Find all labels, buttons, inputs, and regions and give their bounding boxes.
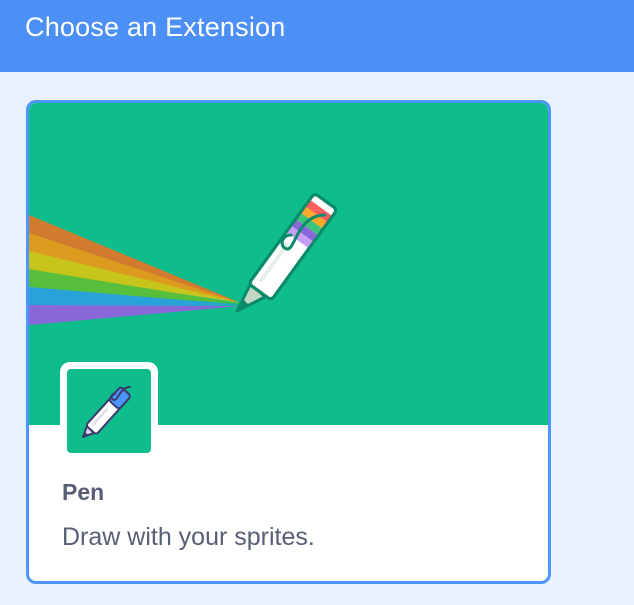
modal-title: Choose an Extension	[25, 12, 286, 42]
extension-thumbnail-bg	[67, 369, 151, 453]
pen-icon	[82, 386, 131, 438]
extension-thumbnail	[60, 362, 158, 460]
modal-header: Choose an Extension	[0, 0, 634, 72]
extension-description: Draw with your sprites.	[62, 523, 315, 551]
extension-card-pen[interactable]: Pen Draw with your sprites.	[26, 100, 551, 584]
extension-title: Pen	[62, 479, 105, 505]
